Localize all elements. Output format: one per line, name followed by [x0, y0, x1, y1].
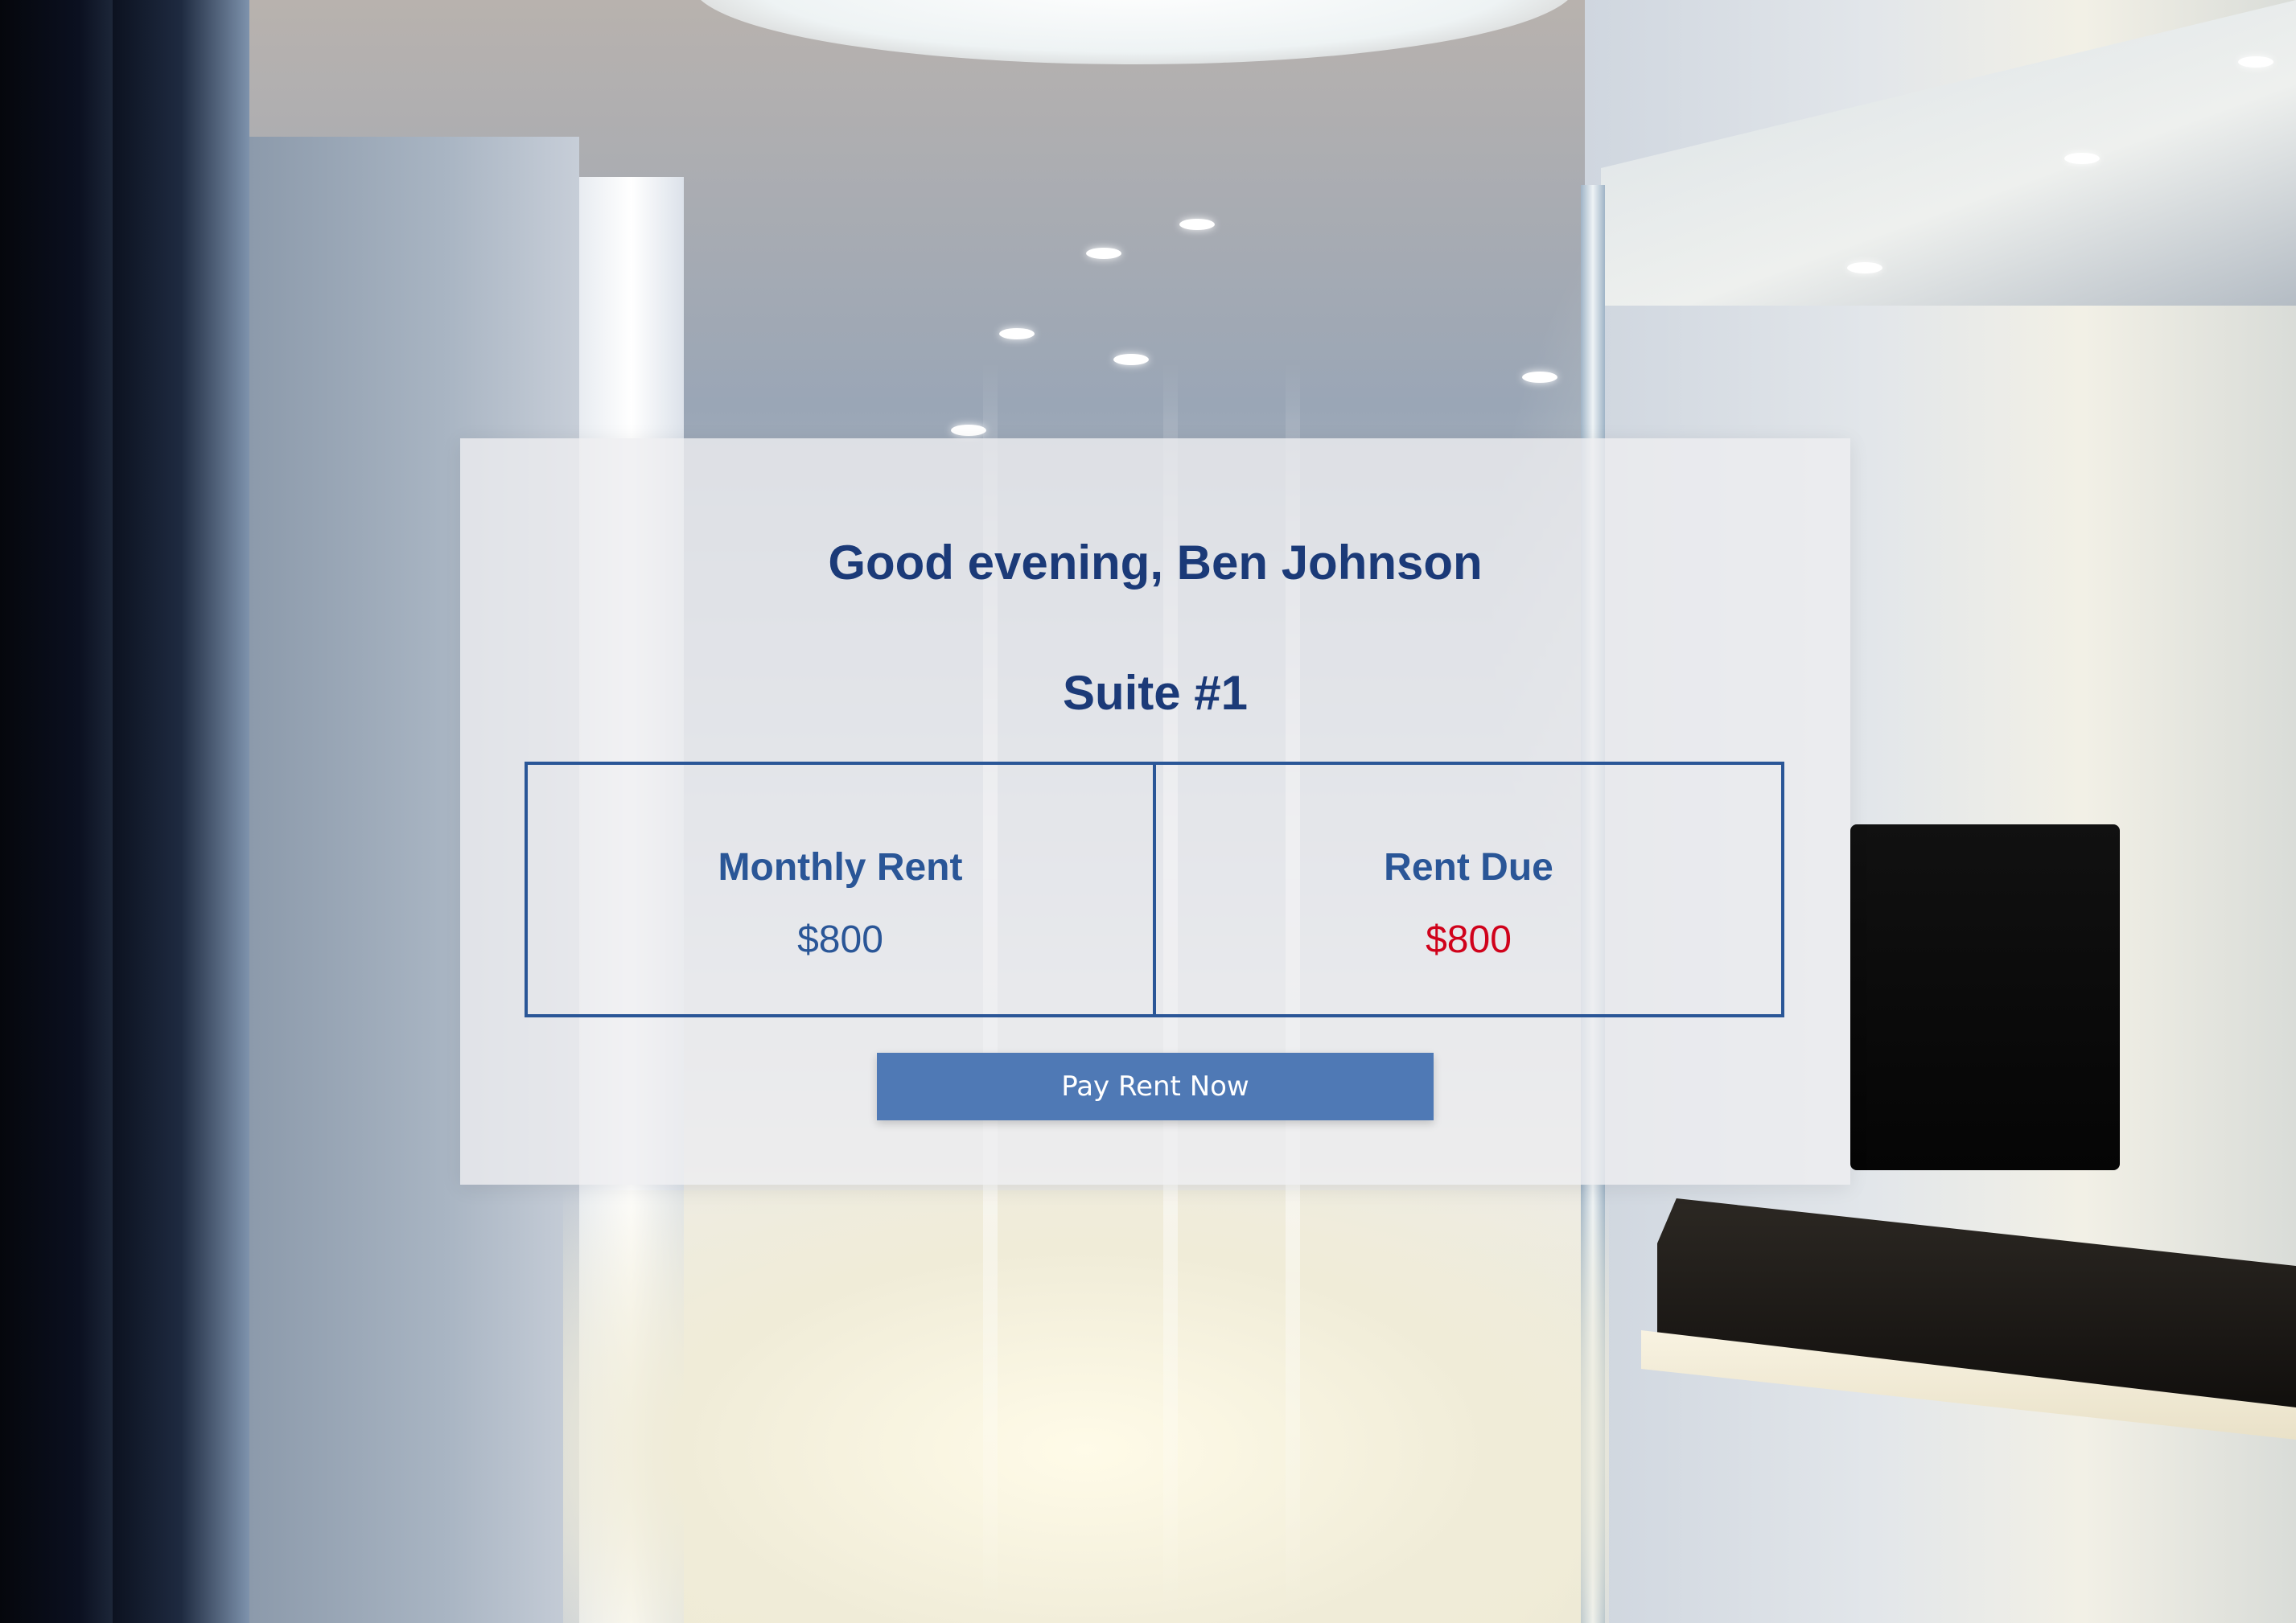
monthly-rent-value: $800	[797, 918, 883, 961]
background-left-frame	[113, 0, 249, 1623]
background-photo: Good evening, Ben Johnson Suite #1 Month…	[0, 0, 2296, 1623]
background-spotlight	[1113, 354, 1149, 365]
rent-card: Good evening, Ben Johnson Suite #1 Month…	[460, 438, 1850, 1185]
suite-title: Suite #1	[1062, 666, 1249, 720]
monthly-rent-cell: Monthly Rent $800	[528, 765, 1153, 1014]
rent-summary-table: Monthly Rent $800 Rent Due $800	[525, 762, 1784, 1017]
background-spotlight	[2238, 56, 2273, 68]
rent-due-label: Rent Due	[1384, 846, 1553, 889]
monthly-rent-label: Monthly Rent	[718, 846, 963, 889]
background-left-shadow	[0, 0, 113, 1623]
background-ceiling-light	[692, 0, 1577, 64]
background-spotlight	[951, 425, 986, 436]
background-tv	[1850, 824, 2120, 1170]
background-spotlight	[1179, 219, 1215, 230]
pay-rent-button[interactable]: Pay Rent Now	[877, 1053, 1434, 1120]
background-spotlight	[2064, 153, 2100, 164]
background-spotlight	[1522, 372, 1557, 383]
rent-due-cell: Rent Due $800	[1153, 765, 1781, 1014]
background-floor	[563, 1190, 1609, 1623]
background-spotlight	[1847, 262, 1882, 273]
background-spotlight	[1086, 248, 1121, 259]
background-spotlight	[999, 328, 1035, 339]
rent-due-value: $800	[1426, 918, 1512, 961]
greeting-heading: Good evening, Ben Johnson	[828, 536, 1483, 590]
